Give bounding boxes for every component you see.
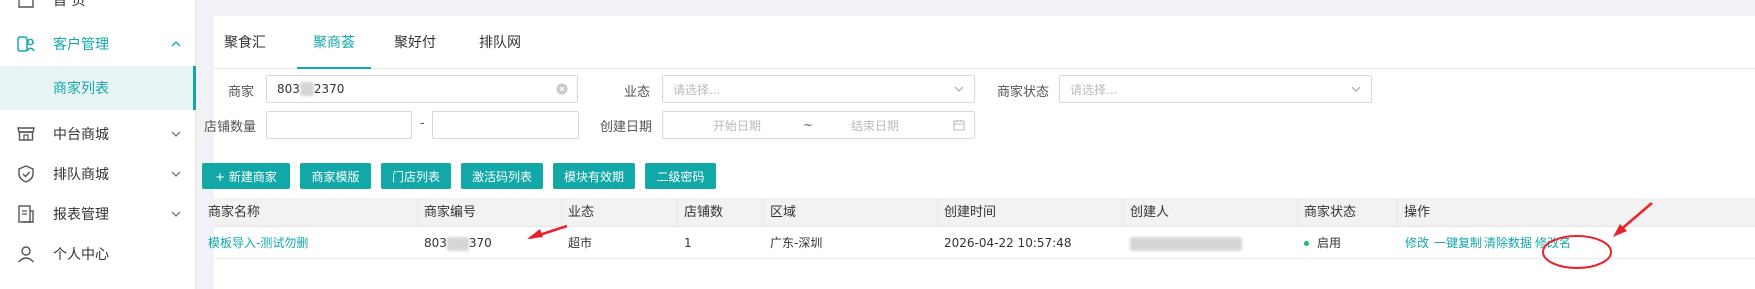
created-date-label: 创建日期 [600, 120, 653, 135]
column-header: 创建时间 [938, 198, 1124, 227]
redaction [446, 236, 469, 251]
column-header: 商家名称 [202, 198, 418, 227]
home-icon [16, 0, 36, 10]
tab-juhaofu[interactable]: 聚好付 [389, 32, 441, 69]
merchant-code: 803 370 [418, 227, 492, 259]
store-icon [16, 124, 36, 144]
end-date-placeholder: 结束日期 [851, 118, 900, 133]
clear-data-link[interactable]: 清除数据 [1484, 227, 1532, 259]
edit-link[interactable]: 修改 [1405, 227, 1429, 259]
activation-code-list-button[interactable]: 激活码列表 [461, 163, 543, 189]
merchant-name-link[interactable]: 模板导入-测试勿删 [202, 227, 308, 259]
date-separator: ~ [803, 118, 814, 132]
date-range-picker[interactable]: 开始日期 ~ 结束日期 [662, 111, 975, 139]
status-select-placeholder: 请选择... [1070, 82, 1118, 97]
merchant-input-prefix: 803 [277, 82, 300, 96]
calendar-icon [952, 118, 966, 132]
chevron-up-icon [170, 38, 182, 50]
redaction [299, 82, 314, 96]
start-date-placeholder: 开始日期 [713, 118, 762, 133]
biz-label: 业态 [624, 85, 651, 100]
column-header: 操作 [1404, 205, 1431, 220]
tab-jushihui[interactable]: 聚食汇 [214, 32, 276, 69]
report-icon [16, 204, 36, 224]
merchant-label: 商家 [228, 85, 255, 100]
sidebar-item-label: 商家列表 [53, 81, 109, 97]
sidebar-item-profile[interactable]: 个人中心 [0, 232, 196, 276]
merchant-code-prefix: 803 [424, 236, 447, 250]
module-validity-button[interactable]: 模块有效期 [553, 163, 635, 189]
merchant-input[interactable]: 803 2370 [266, 75, 578, 103]
biz-select-placeholder: 请选择... [673, 82, 721, 97]
customer-icon [16, 34, 36, 54]
sidebar-item-queue-mall[interactable]: 排队商城 [0, 152, 196, 196]
sidebar-item-label: 中台商城 [53, 127, 109, 143]
biz-select[interactable]: 请选择... [662, 75, 975, 103]
sidebar-item-label: 首 页 [53, 0, 86, 9]
sidebar-item-merchant-list[interactable]: 商家列表 [0, 66, 196, 110]
column-header: 商家状态 [1298, 198, 1398, 227]
clear-icon[interactable] [555, 82, 569, 96]
sidebar-item-home[interactable]: 首 页 [0, 0, 196, 22]
chevron-down-icon [170, 128, 182, 140]
tab-paiduiwang[interactable]: 排队网 [474, 32, 526, 69]
sidebar-item-customer[interactable]: 客户管理 [0, 22, 196, 66]
merchant-status: 启用 [1298, 227, 1341, 259]
redaction [1130, 236, 1242, 251]
store-count-label: 店铺数量 [204, 120, 257, 135]
sidebar-item-label: 排队商城 [53, 167, 109, 183]
chevron-down-icon [170, 168, 182, 180]
table-header: 商家名称 商家编号 业态 店铺数 区域 创建时间 创建人 商家状态 操作 [208, 198, 1755, 227]
column-header: 商家编号 [418, 198, 562, 227]
biz-type: 超市 [568, 236, 593, 250]
main-panel: 聚食汇 聚商荟 聚好付 排队网 商家 803 2370 业态 请选择... 商家… [202, 16, 1755, 289]
column-header: 业态 [562, 198, 678, 227]
store-count: 1 [684, 236, 692, 250]
status-select[interactable]: 请选择... [1059, 75, 1372, 103]
active-indicator [193, 66, 196, 110]
created-time: 2026-04-22 10:57:48 [944, 236, 1072, 250]
secondary-password-button[interactable]: 二级密码 [645, 163, 716, 189]
tab-jushanghui[interactable]: 聚商荟 [297, 32, 371, 69]
region: 广东-深圳 [770, 236, 823, 250]
sidebar-item-label: 客户管理 [53, 37, 109, 53]
column-header: 创建人 [1124, 198, 1298, 227]
sidebar-item-label: 报表管理 [53, 207, 109, 223]
merchant-code-suffix: 370 [468, 236, 492, 250]
column-header: 店铺数 [678, 198, 764, 227]
sidebar-item-label: 个人中心 [53, 247, 109, 263]
status-dot [1304, 241, 1309, 246]
one-click-copy-link[interactable]: 一键复制 [1434, 227, 1482, 259]
creator [1124, 227, 1242, 259]
chevron-down-icon [170, 208, 182, 220]
shield-icon [16, 164, 36, 184]
merchant-template-button[interactable]: 商家模版 [300, 163, 371, 189]
tab-bar: 聚食汇 聚商荟 聚好付 排队网 [214, 16, 1755, 69]
store-count-max-input[interactable] [432, 111, 579, 139]
status-text: 启用 [1317, 236, 1342, 250]
sidebar-item-mall[interactable]: 中台商城 [0, 112, 196, 156]
user-icon [16, 244, 36, 264]
sidebar-item-reports[interactable]: 报表管理 [0, 192, 196, 236]
chevron-down-icon [1349, 82, 1363, 96]
range-separator: - [420, 116, 425, 131]
new-merchant-button[interactable]: + 新建商家 [202, 163, 290, 189]
merchant-input-suffix: 2370 [313, 82, 345, 96]
status-label: 商家状态 [997, 85, 1050, 100]
store-count-min-input[interactable] [266, 111, 412, 139]
column-header: 区域 [764, 198, 938, 227]
chevron-down-icon [952, 82, 966, 96]
rename-link[interactable]: 修改名 [1535, 227, 1571, 259]
sidebar: 首 页 客户管理 商家列表 中台商城 排队商城 报表管理 个人中心 [0, 0, 196, 289]
table-row: 模板导入-测试勿删 803 370 超市 1 广东-深圳 2026-04-22 1… [208, 227, 1755, 259]
store-list-button[interactable]: 门店列表 [381, 163, 451, 189]
